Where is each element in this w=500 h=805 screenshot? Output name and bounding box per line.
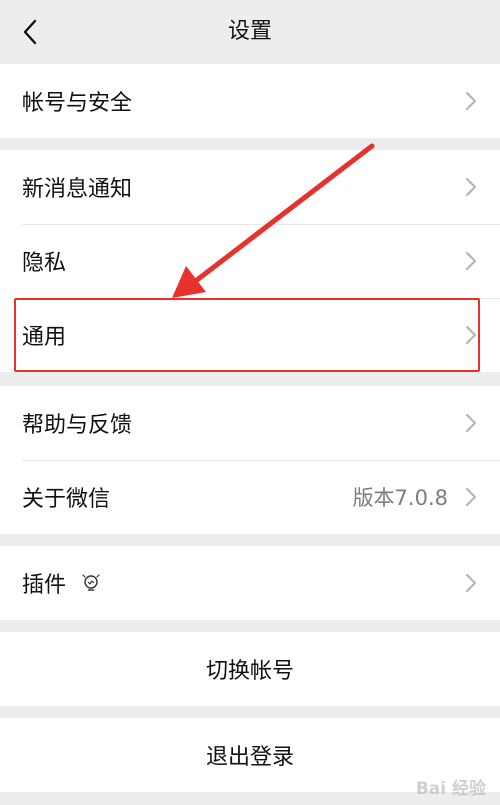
row-label: 关于微信 [22, 487, 111, 512]
row-label: 帐号与安全 [22, 91, 133, 116]
row-about-wechat[interactable]: 关于微信 版本7.0.8 [0, 460, 500, 534]
row-new-message-notification[interactable]: 新消息通知 [0, 150, 500, 224]
chevron-right-icon [466, 414, 476, 432]
settings-group-account: 帐号与安全 [0, 64, 500, 138]
page-title: 设置 [227, 19, 272, 44]
chevron-right-icon [466, 574, 476, 592]
chevron-right-icon [466, 488, 476, 506]
nav-bar: 设置 [0, 0, 500, 64]
settings-group-main: 新消息通知 隐私 通用 [0, 150, 500, 372]
settings-group-plugins: 插件 [0, 546, 500, 620]
version-value: 版本7.0.8 [352, 486, 448, 510]
chevron-right-icon [466, 178, 476, 196]
row-account-security[interactable]: 帐号与安全 [0, 64, 500, 138]
watermark: Bai 经验 [415, 779, 486, 799]
row-label: 隐私 [22, 251, 67, 276]
chevron-right-icon [466, 92, 476, 110]
row-help-feedback[interactable]: 帮助与反馈 [0, 386, 500, 460]
row-label: 新消息通知 [22, 177, 133, 202]
switch-account-label: 切换帐号 [205, 659, 294, 684]
chevron-right-icon [466, 326, 476, 344]
logout-label: 退出登录 [205, 745, 294, 770]
row-plugins[interactable]: 插件 [0, 546, 500, 620]
settings-group-help: 帮助与反馈 关于微信 版本7.0.8 [0, 386, 500, 534]
row-label: 插件 [22, 573, 67, 598]
row-general[interactable]: 通用 [0, 298, 500, 372]
row-label: 帮助与反馈 [22, 413, 133, 438]
row-privacy[interactable]: 隐私 [0, 224, 500, 298]
switch-account-button[interactable]: 切换帐号 [0, 632, 500, 706]
lightbulb-icon [82, 574, 100, 591]
row-label: 通用 [22, 325, 67, 350]
chevron-right-icon [466, 252, 476, 270]
